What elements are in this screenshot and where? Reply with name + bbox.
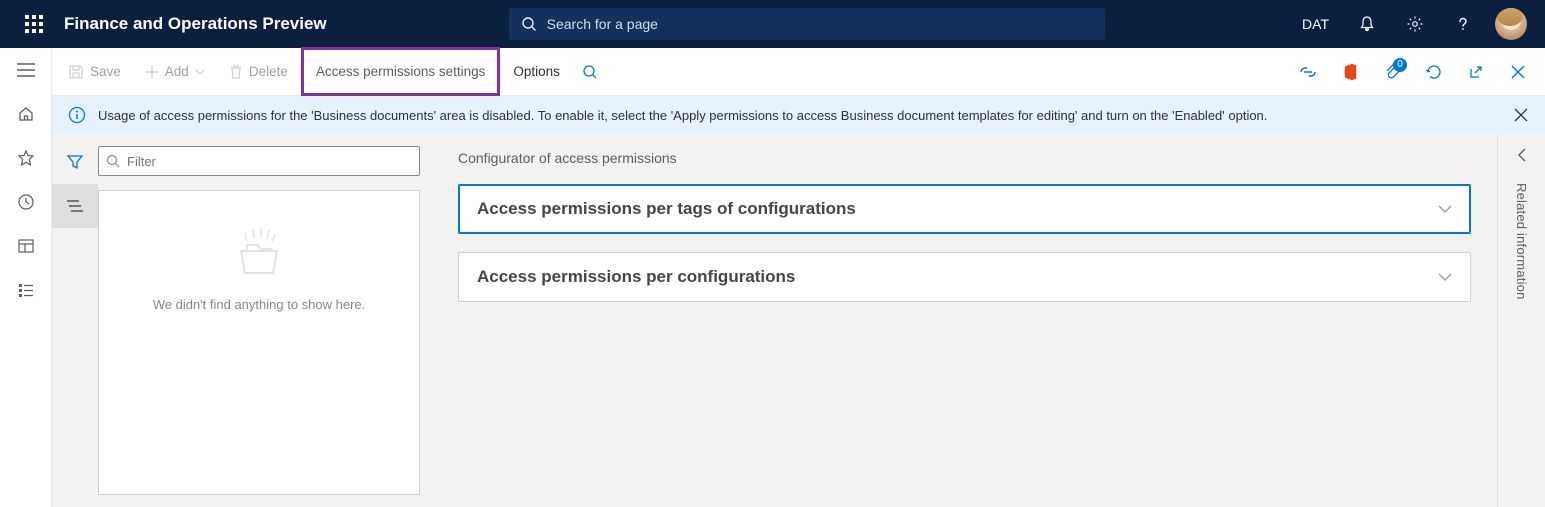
refresh-button[interactable]: [1413, 48, 1455, 96]
access-permissions-button[interactable]: Access permissions settings: [304, 64, 498, 79]
question-icon: [1454, 15, 1472, 33]
filter-wrap: [98, 146, 420, 176]
configurator-title: Configurator of access permissions: [458, 150, 1471, 166]
link-icon: [1298, 65, 1318, 79]
info-icon: [68, 106, 86, 124]
nav-workspaces[interactable]: [0, 224, 52, 268]
section-configs-label: Access permissions per configurations: [477, 267, 795, 287]
find-button[interactable]: [572, 48, 608, 95]
home-icon: [17, 105, 35, 123]
nav-collapse-button[interactable]: [0, 48, 52, 92]
delete-button[interactable]: Delete: [217, 48, 300, 95]
info-close-button[interactable]: [1507, 101, 1535, 129]
info-bar: Usage of access permissions for the 'Bus…: [52, 96, 1545, 134]
nav-favorites[interactable]: [0, 136, 52, 180]
refresh-icon: [1425, 63, 1443, 81]
cmd-save-label: Save: [90, 64, 121, 79]
save-button[interactable]: Save: [56, 48, 133, 95]
related-info-expand[interactable]: [1517, 148, 1527, 165]
nav-modules[interactable]: [0, 268, 52, 312]
trash-icon: [229, 64, 243, 80]
attachments-button[interactable]: 0: [1371, 48, 1413, 96]
office-button[interactable]: [1329, 48, 1371, 96]
filter-tool[interactable]: [52, 140, 98, 184]
highlighted-command: Access permissions settings: [301, 47, 501, 96]
workspace-icon: [17, 237, 35, 255]
nav-recent[interactable]: [0, 180, 52, 224]
command-bar-right: 0: [1287, 48, 1545, 95]
waffle-icon: [25, 15, 43, 33]
save-icon: [68, 64, 84, 80]
list-tool-strip: [52, 134, 98, 507]
global-search[interactable]: [509, 8, 1105, 40]
plus-icon: [145, 65, 159, 79]
configurator-content: Configurator of access permissions Acces…: [432, 134, 1497, 507]
list-lines-icon: [66, 200, 84, 212]
app-title: Finance and Operations Preview: [64, 14, 327, 34]
close-icon: [1514, 108, 1528, 122]
related-info-label: Related information: [1514, 183, 1529, 300]
list-tool[interactable]: [52, 184, 98, 228]
cmd-delete-label: Delete: [249, 64, 288, 79]
cmd-access-label: Access permissions settings: [316, 64, 486, 79]
modules-icon: [17, 281, 35, 299]
chevron-left-icon: [1517, 148, 1527, 162]
help-button[interactable]: [1439, 0, 1487, 48]
search-icon: [582, 64, 598, 80]
nav-home[interactable]: [0, 92, 52, 136]
popout-icon: [1468, 64, 1484, 80]
search-input[interactable]: [547, 16, 1093, 32]
notifications-button[interactable]: [1343, 0, 1391, 48]
funnel-icon: [66, 154, 84, 170]
empty-illustration-icon: [229, 223, 289, 283]
section-tags-label: Access permissions per tags of configura…: [477, 199, 856, 219]
close-button[interactable]: [1497, 48, 1539, 96]
chevron-down-icon: [1438, 205, 1452, 213]
chevron-down-icon: [195, 69, 205, 75]
section-configurations[interactable]: Access permissions per configurations: [458, 252, 1471, 302]
topnav-right: DAT: [1288, 0, 1535, 48]
list-column: We didn't find anything to show here.: [52, 134, 432, 507]
hamburger-icon: [17, 63, 35, 77]
search-icon: [521, 16, 537, 32]
close-icon: [1510, 64, 1526, 80]
options-button[interactable]: Options: [501, 48, 572, 95]
section-tags[interactable]: Access permissions per tags of configura…: [458, 184, 1471, 234]
empty-list-card: We didn't find anything to show here.: [98, 190, 420, 495]
empty-text: We didn't find anything to show here.: [153, 297, 366, 312]
add-button[interactable]: Add: [133, 48, 217, 95]
attachment-badge: 0: [1393, 58, 1407, 72]
command-bar: Save Add Delete Access permissions setti…: [0, 48, 1545, 96]
bell-icon: [1358, 15, 1376, 33]
related-info-pane: Related information: [1497, 134, 1545, 507]
clock-icon: [17, 193, 35, 211]
star-icon: [17, 149, 35, 167]
top-navbar: Finance and Operations Preview DAT: [0, 0, 1545, 48]
gear-icon: [1406, 15, 1424, 33]
list-body: We didn't find anything to show here.: [98, 134, 432, 507]
dynamics-link-button[interactable]: [1287, 48, 1329, 96]
settings-button[interactable]: [1391, 0, 1439, 48]
popout-button[interactable]: [1455, 48, 1497, 96]
cmd-add-label: Add: [165, 64, 189, 79]
filter-input[interactable]: [98, 146, 420, 176]
office-icon: [1342, 63, 1358, 81]
chevron-down-icon: [1438, 273, 1452, 281]
cmd-options-label: Options: [513, 64, 560, 79]
app-launcher-button[interactable]: [10, 0, 58, 48]
left-rail: [0, 48, 52, 507]
company-picker[interactable]: DAT: [1288, 16, 1343, 32]
search-icon: [106, 154, 120, 168]
user-avatar[interactable]: [1495, 8, 1527, 40]
main-area: We didn't find anything to show here. Co…: [52, 134, 1545, 507]
info-message: Usage of access permissions for the 'Bus…: [98, 108, 1267, 123]
